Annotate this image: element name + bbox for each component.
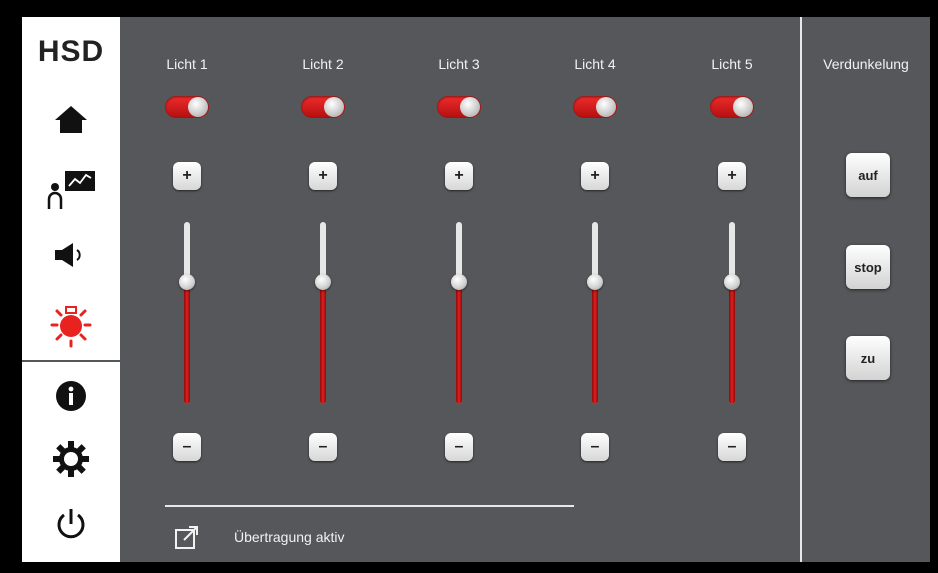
channel-toggle[interactable]	[437, 96, 481, 118]
channel-label: Licht 5	[711, 56, 753, 72]
sidebar: HSD	[22, 17, 120, 562]
increase-button[interactable]: +	[581, 162, 609, 190]
footer-divider	[165, 505, 574, 507]
sidebar-item-home[interactable]	[22, 87, 120, 151]
home-icon	[55, 106, 87, 133]
sidebar-item-audio[interactable]	[22, 223, 120, 287]
toggle-knob	[324, 97, 344, 117]
presenter-chart-icon	[47, 171, 95, 209]
dimming-up-button[interactable]: auf	[846, 153, 890, 197]
decrease-button[interactable]: –	[309, 433, 337, 461]
brightness-slider[interactable]	[451, 222, 467, 404]
brightness-slider[interactable]	[315, 222, 331, 404]
light-icon	[50, 306, 92, 348]
brightness-slider[interactable]	[179, 222, 195, 404]
toggle-knob	[596, 97, 616, 117]
toggle-knob	[460, 97, 480, 117]
slider-thumb[interactable]	[724, 274, 740, 290]
channel-toggle[interactable]	[301, 96, 345, 118]
panel-divider	[800, 17, 802, 562]
external-link-icon	[175, 526, 198, 549]
power-icon	[57, 509, 85, 539]
channel-toggle[interactable]	[165, 96, 209, 118]
slider-thumb[interactable]	[451, 274, 467, 290]
sidebar-item-settings[interactable]	[22, 427, 120, 491]
increase-button[interactable]: +	[309, 162, 337, 190]
toggle-knob	[733, 97, 753, 117]
channel-label: Licht 4	[574, 56, 616, 72]
touch-panel-screen: HSD Licht 1 + – Licht 2 + – Licht 3 + – …	[22, 17, 930, 562]
decrease-button[interactable]: –	[581, 433, 609, 461]
transmission-status: Übertragung aktiv	[234, 529, 345, 545]
slider-fill	[456, 282, 462, 404]
speaker-icon	[55, 243, 81, 267]
channel-label: Licht 2	[302, 56, 344, 72]
sidebar-item-presentation[interactable]	[22, 157, 120, 221]
channel-label: Licht 3	[438, 56, 480, 72]
dimming-stop-button[interactable]: stop	[846, 245, 890, 289]
gear-icon	[53, 441, 89, 477]
increase-button[interactable]: +	[445, 162, 473, 190]
increase-button[interactable]: +	[173, 162, 201, 190]
channel-toggle[interactable]	[710, 96, 754, 118]
slider-fill	[320, 282, 326, 404]
slider-thumb[interactable]	[587, 274, 603, 290]
slider-thumb[interactable]	[315, 274, 331, 290]
slider-thumb[interactable]	[179, 274, 195, 290]
increase-button[interactable]: +	[718, 162, 746, 190]
decrease-button[interactable]: –	[718, 433, 746, 461]
channel-label: Licht 1	[166, 56, 208, 72]
dimming-down-button[interactable]: zu	[846, 336, 890, 380]
slider-fill	[592, 282, 598, 404]
logo: HSD	[37, 35, 105, 68]
slider-fill	[184, 282, 190, 404]
toggle-knob	[188, 97, 208, 117]
sidebar-item-power[interactable]	[22, 492, 120, 556]
brightness-slider[interactable]	[724, 222, 740, 404]
sidebar-item-info[interactable]	[22, 364, 120, 428]
info-icon	[56, 381, 86, 411]
brightness-slider[interactable]	[587, 222, 603, 404]
channel-toggle[interactable]	[573, 96, 617, 118]
sidebar-divider	[22, 360, 120, 362]
decrease-button[interactable]: –	[445, 433, 473, 461]
slider-fill	[729, 282, 735, 404]
decrease-button[interactable]: –	[173, 433, 201, 461]
sidebar-item-light[interactable]	[22, 293, 120, 357]
dimming-title: Verdunkelung	[823, 56, 909, 72]
